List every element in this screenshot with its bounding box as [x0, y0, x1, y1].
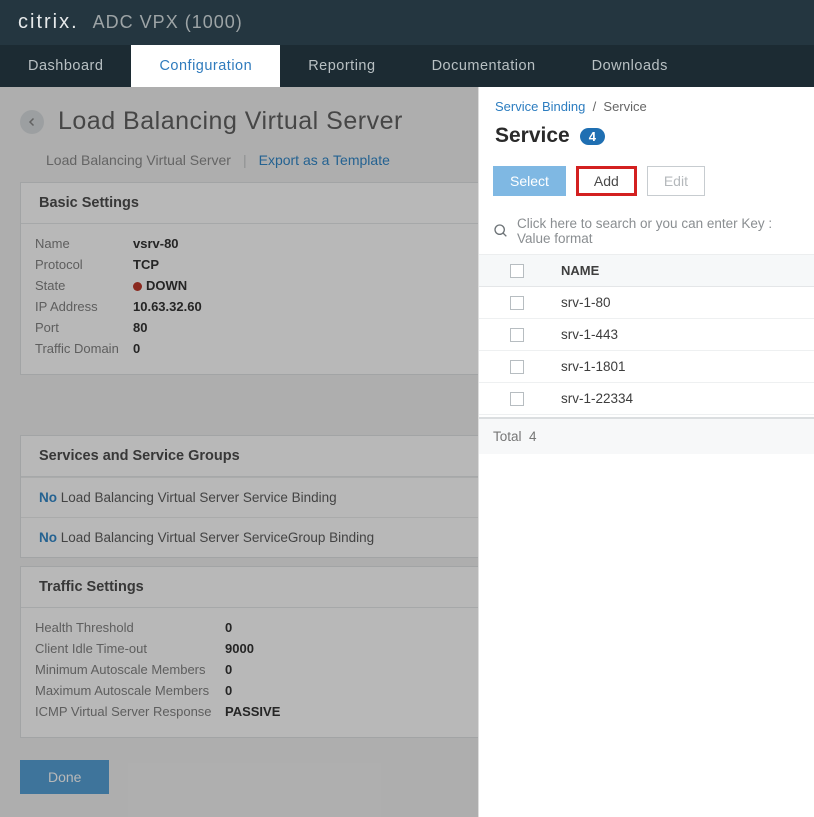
label-health-threshold: Health Threshold [35, 620, 225, 635]
tab-configuration[interactable]: Configuration [131, 45, 280, 87]
value-protocol: TCP [133, 257, 159, 272]
label-icmp-response: ICMP Virtual Server Response [35, 704, 225, 719]
tab-reporting[interactable]: Reporting [280, 45, 403, 87]
column-name[interactable]: NAME [561, 263, 599, 278]
back-icon[interactable] [20, 110, 44, 134]
row-checkbox[interactable] [510, 392, 524, 406]
table-row[interactable]: srv-1-80 [479, 287, 814, 319]
side-title: Service 4 [479, 118, 814, 162]
label-max-autoscale: Maximum Autoscale Members [35, 683, 225, 698]
value-traffic-domain: 0 [133, 341, 140, 356]
search-icon [493, 223, 509, 239]
side-panel: Service Binding / Service Service 4 Sele… [478, 87, 814, 817]
search-input[interactable]: Click here to search or you can enter Ke… [479, 208, 814, 255]
service-name: srv-1-80 [561, 295, 611, 310]
label-protocol: Protocol [35, 257, 133, 272]
tab-downloads[interactable]: Downloads [564, 45, 696, 87]
brand-logo: citrix. [18, 11, 79, 34]
search-placeholder: Click here to search or you can enter Ke… [517, 216, 800, 246]
value-name: vsrv-80 [133, 236, 179, 251]
row-checkbox[interactable] [510, 296, 524, 310]
service-name: srv-1-1801 [561, 359, 626, 374]
product-name: ADC VPX (1000) [93, 12, 243, 33]
label-ip: IP Address [35, 299, 133, 314]
value-port: 80 [133, 320, 147, 335]
label-name: Name [35, 236, 133, 251]
table-row[interactable]: srv-1-22334 [479, 383, 814, 415]
total-row: Total 4 [479, 417, 814, 454]
value-max-autoscale: 0 [225, 683, 232, 698]
row-checkbox[interactable] [510, 360, 524, 374]
value-state: DOWN [133, 278, 187, 293]
page-title: Load Balancing Virtual Server [58, 107, 403, 136]
subtitle-divider: | [243, 152, 247, 168]
table-row[interactable]: srv-1-1801 [479, 351, 814, 383]
edit-button[interactable]: Edit [647, 166, 705, 196]
breadcrumb-separator: / [589, 99, 603, 114]
value-client-idle: 9000 [225, 641, 254, 656]
breadcrumb-current: Service [603, 99, 646, 114]
breadcrumb: Service Binding / Service [479, 87, 814, 118]
service-name: srv-1-443 [561, 327, 618, 342]
row-checkbox[interactable] [510, 328, 524, 342]
table-header: NAME [479, 255, 814, 287]
value-health-threshold: 0 [225, 620, 232, 635]
service-name: srv-1-22334 [561, 391, 633, 406]
breadcrumb-service-binding[interactable]: Service Binding [495, 99, 585, 114]
export-template-link[interactable]: Export as a Template [259, 152, 390, 168]
value-min-autoscale: 0 [225, 662, 232, 677]
label-client-idle: Client Idle Time-out [35, 641, 225, 656]
tab-dashboard[interactable]: Dashboard [0, 45, 131, 87]
done-button[interactable]: Done [20, 760, 109, 794]
label-port: Port [35, 320, 133, 335]
main-tabs: Dashboard Configuration Reporting Docume… [0, 45, 814, 87]
select-button[interactable]: Select [493, 166, 566, 196]
service-count-badge: 4 [580, 128, 605, 145]
app-header: citrix. ADC VPX (1000) [0, 0, 814, 45]
state-down-icon [133, 282, 142, 291]
add-button[interactable]: Add [576, 166, 637, 196]
select-all-checkbox[interactable] [510, 264, 524, 278]
label-state: State [35, 278, 133, 293]
table-row[interactable]: srv-1-443 [479, 319, 814, 351]
value-icmp-response: PASSIVE [225, 704, 280, 719]
label-min-autoscale: Minimum Autoscale Members [35, 662, 225, 677]
value-ip: 10.63.32.60 [133, 299, 202, 314]
tab-documentation[interactable]: Documentation [404, 45, 564, 87]
page-subtitle: Load Balancing Virtual Server [46, 152, 231, 168]
label-traffic-domain: Traffic Domain [35, 341, 133, 356]
